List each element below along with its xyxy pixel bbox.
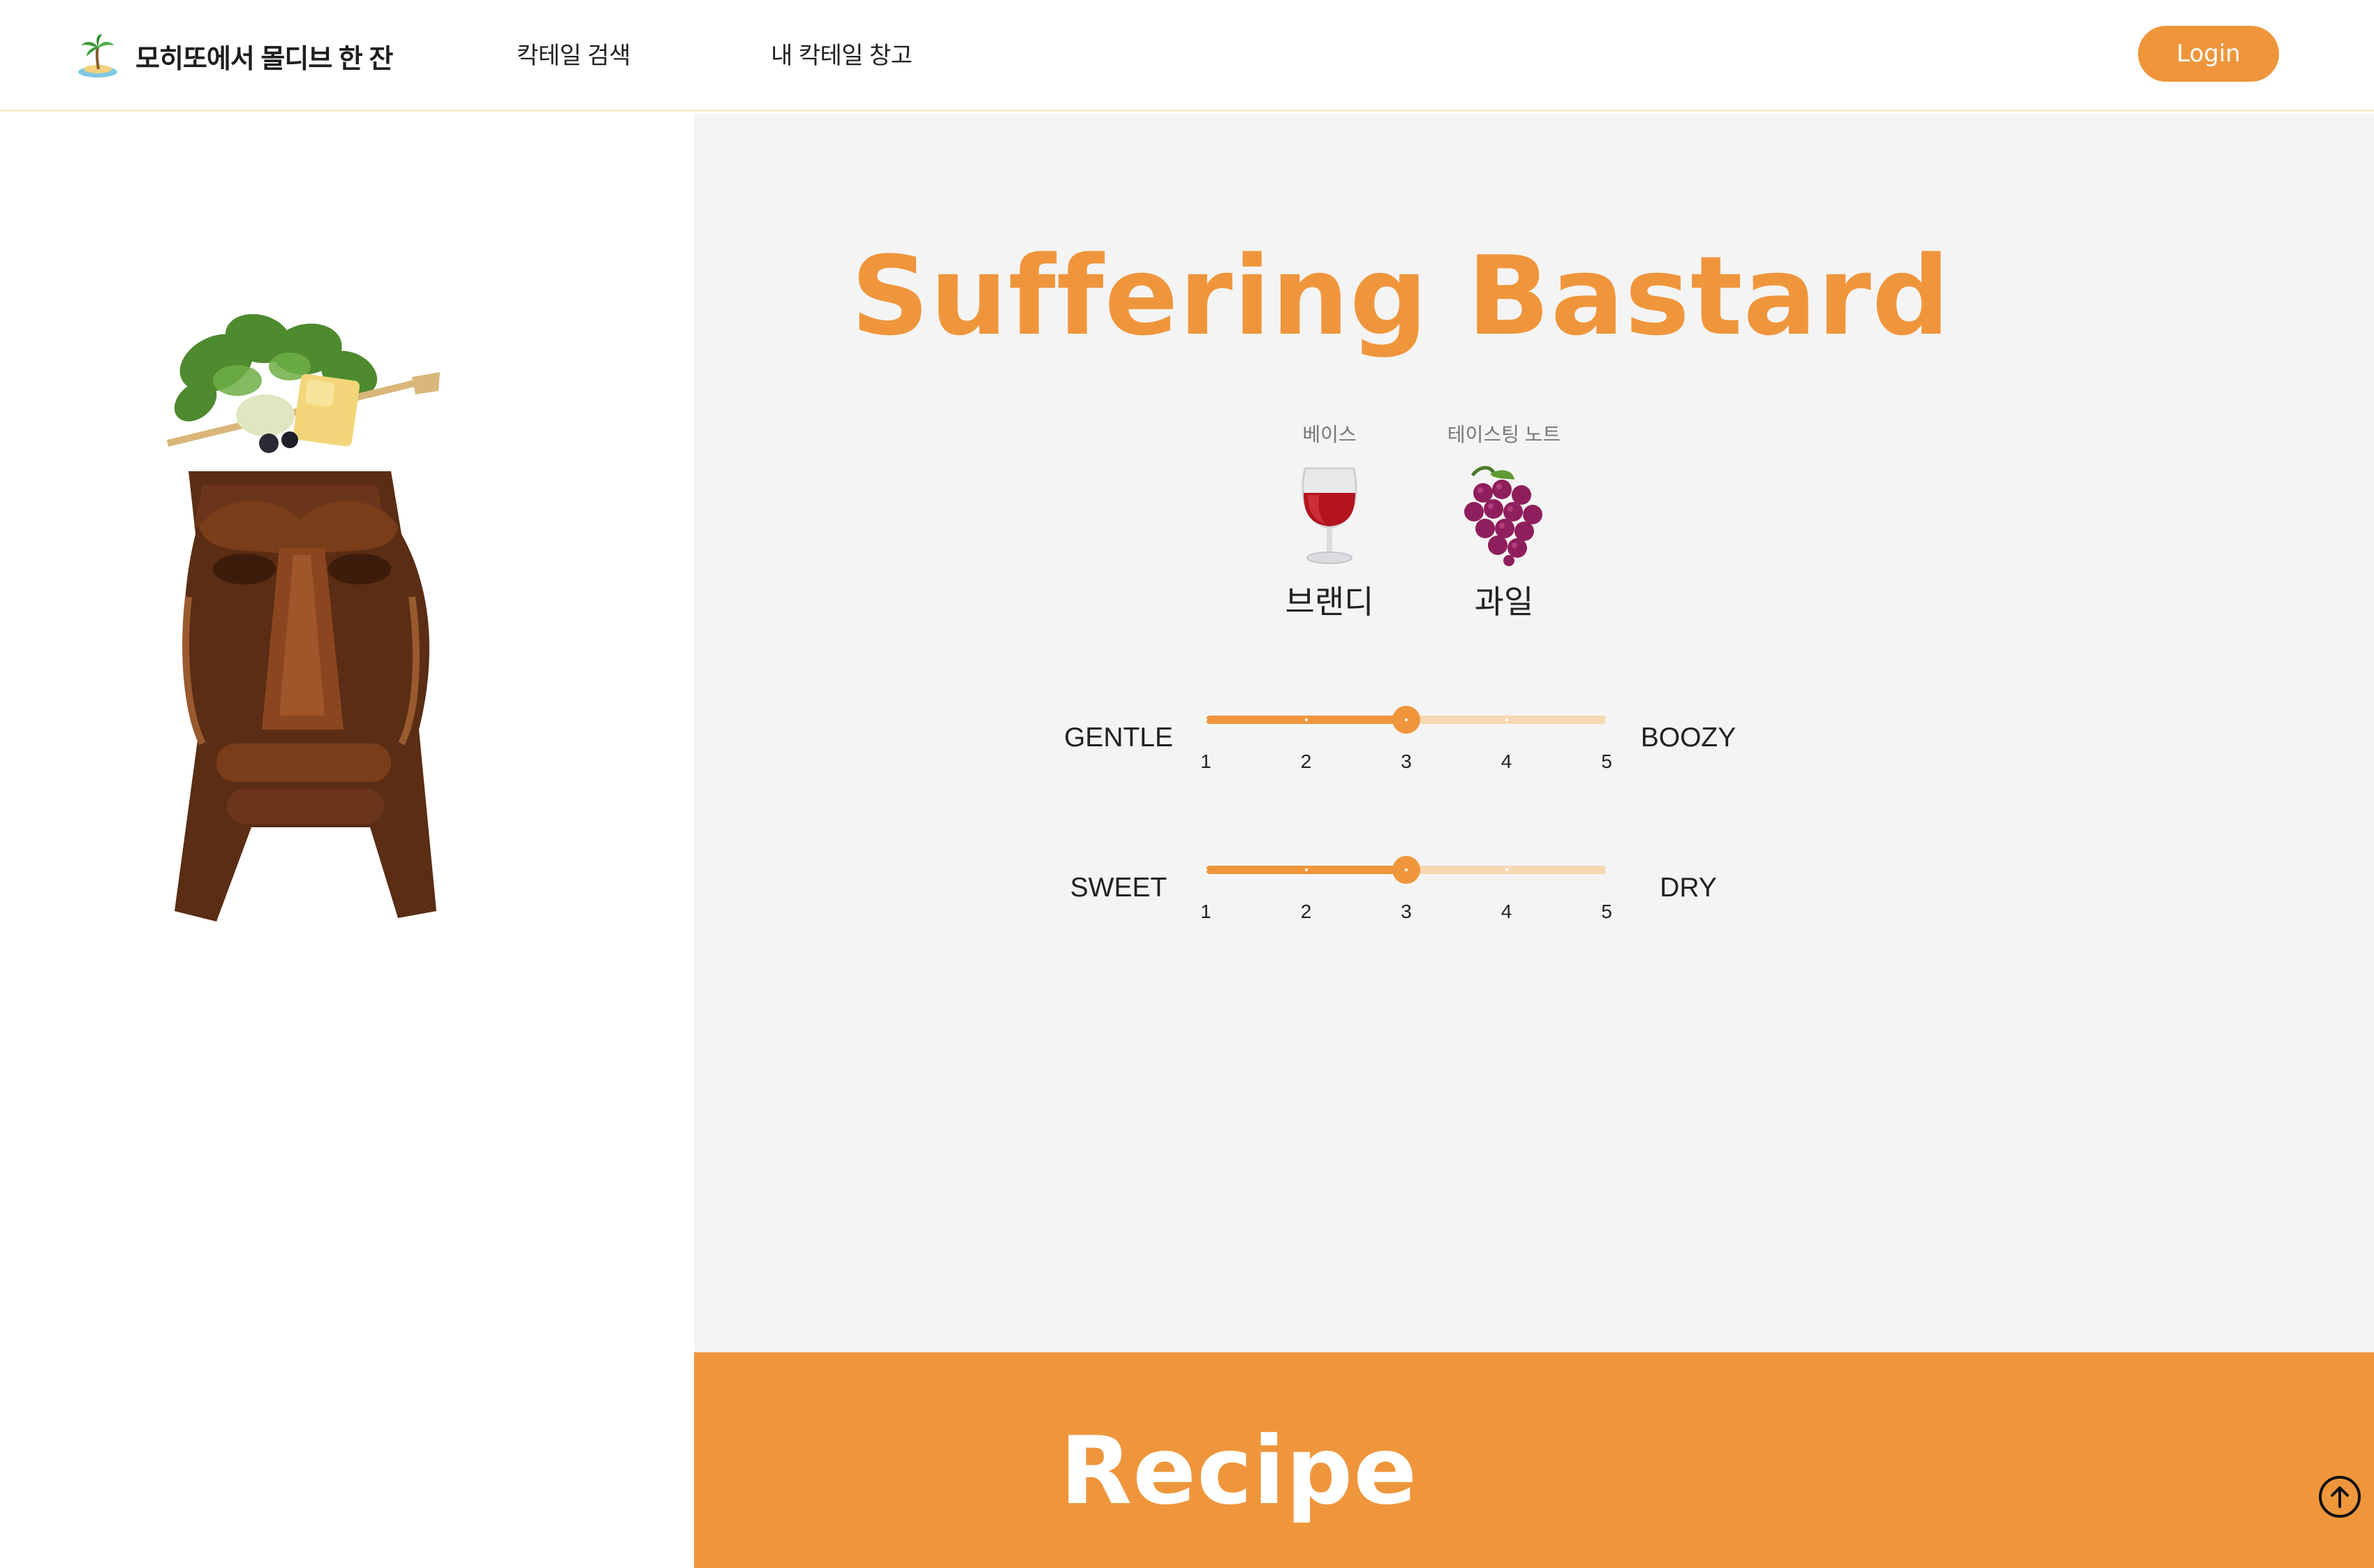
boozy-step-dot bbox=[1405, 718, 1408, 721]
boozy-label: BOOZY bbox=[1640, 723, 1737, 753]
boozy-step-dot bbox=[1505, 718, 1508, 721]
dry-tick-label: 5 bbox=[1601, 901, 1612, 922]
boozy-tick-label: 2 bbox=[1300, 750, 1312, 772]
tasting-note-label: 테이스팅 노트 bbox=[1447, 424, 1561, 445]
site-header: 모히또에서 몰디브 한 잔 칵테일 검색 내 칵테일 창고 Login bbox=[0, 0, 2374, 112]
boozy-step-dot bbox=[1605, 718, 1608, 721]
tasting-note-info: 테이스팅 노트 과일 bbox=[1441, 421, 1567, 623]
scroll-to-top-button[interactable] bbox=[2319, 1476, 2361, 1518]
dry-step-dot bbox=[1204, 868, 1207, 871]
base-spirit-info: 베이스 브랜디 bbox=[1267, 421, 1392, 623]
boozy-step-dot bbox=[1304, 718, 1308, 721]
cocktail-detail-panel: Suffering Bastard 베이스 브랜디 테이스팅 노트 과일 GEN… bbox=[694, 114, 2374, 1352]
palm-island-icon bbox=[78, 34, 117, 77]
base-label: 베이스 bbox=[1302, 424, 1357, 445]
sweet-label: SWEET bbox=[1070, 873, 1167, 903]
dry-slider-track[interactable] bbox=[1204, 856, 1608, 884]
boozy-step-dot bbox=[1204, 718, 1207, 721]
tasting-note-value: 과일 bbox=[1474, 584, 1534, 620]
dry-label: DRY bbox=[1660, 873, 1717, 903]
brand-title: 모히또에서 몰디브 한 잔 bbox=[135, 44, 393, 74]
boozy-tick-label: 5 bbox=[1601, 750, 1612, 772]
gentle-label: GENTLE bbox=[1063, 723, 1174, 753]
nav-my-cocktail-storage[interactable]: 내 칵테일 창고 bbox=[771, 36, 913, 71]
dry-step-dot bbox=[1605, 868, 1608, 871]
brand-link[interactable]: 모히또에서 몰디브 한 잔 bbox=[75, 29, 393, 82]
boozy-scale: GENTLE 1 2 3 4 5 BOOZY bbox=[694, 686, 2374, 772]
base-value: 브랜디 bbox=[1285, 584, 1374, 620]
dry-tick-label: 4 bbox=[1501, 901, 1512, 922]
wine-glass-icon bbox=[1302, 467, 1357, 564]
recipe-section: Recipe bbox=[694, 1352, 2374, 1568]
dry-tick-label: 2 bbox=[1300, 901, 1312, 922]
dry-step-dot bbox=[1505, 868, 1508, 871]
dry-scale: SWEET 1 2 3 4 5 DRY bbox=[694, 836, 2374, 922]
boozy-tick-label: 4 bbox=[1501, 750, 1512, 772]
arrow-up-circle-icon bbox=[2331, 1486, 2349, 1508]
cocktail-image-panel bbox=[0, 114, 694, 1568]
login-button[interactable]: Login bbox=[2138, 26, 2279, 82]
dry-step-dot bbox=[1405, 868, 1408, 871]
grapes-icon bbox=[1464, 466, 1542, 566]
tiki-mug-cocktail-image bbox=[166, 313, 440, 922]
boozy-tick-label: 1 bbox=[1200, 750, 1211, 772]
dry-tick-label: 1 bbox=[1200, 901, 1211, 922]
cocktail-name: Suffering Bastard bbox=[850, 232, 1951, 360]
dry-tick-label: 3 bbox=[1401, 901, 1412, 922]
recipe-title: Recipe bbox=[1060, 1417, 1418, 1525]
boozy-tick-label: 3 bbox=[1401, 750, 1412, 772]
nav-cocktail-search[interactable]: 칵테일 검색 bbox=[517, 36, 631, 71]
dry-step-dot bbox=[1304, 868, 1308, 871]
boozy-slider-track[interactable] bbox=[1204, 706, 1608, 734]
